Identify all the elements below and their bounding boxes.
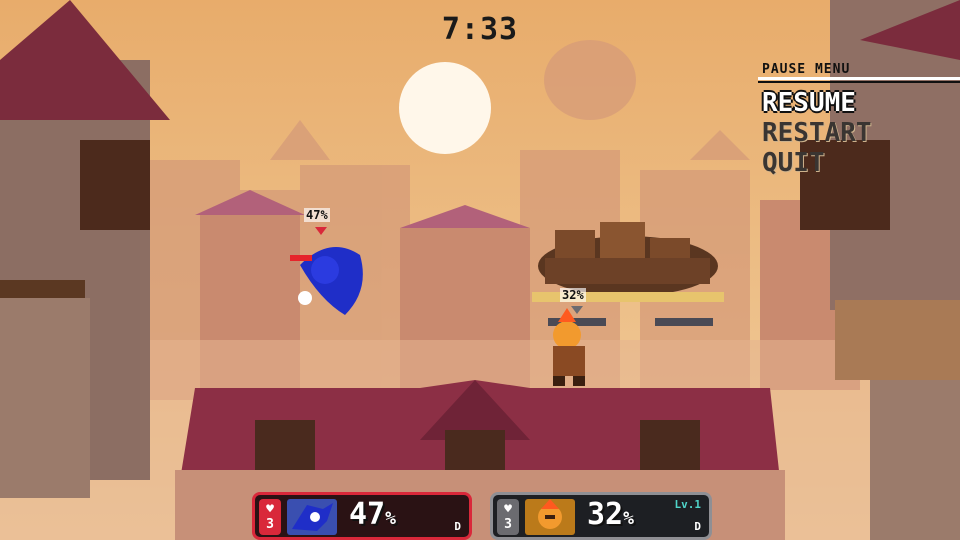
p1-overhead-damage: 47% [304, 208, 330, 222]
heart-icon: ♥ [266, 502, 274, 517]
p1-hud: ♥ 3 47% D [252, 492, 472, 540]
game-stage: 7:33 47% 32% PAUSE MENU RESUME RESTART Q… [0, 0, 960, 540]
p2-portrait [525, 499, 575, 535]
pause-menu-title: PAUSE MENU [758, 62, 960, 83]
resume-button[interactable]: RESUME [758, 88, 960, 118]
p2-overhead-damage: 32% [560, 288, 586, 302]
p1-damage: 47% [349, 497, 396, 532]
p2-tag: D [694, 520, 701, 533]
p1-portrait [287, 499, 337, 535]
restart-button[interactable]: RESTART [758, 118, 960, 148]
p1-stock-count: 3 [266, 517, 274, 532]
p1-damage-value: 47 [349, 497, 386, 532]
quit-button[interactable]: QUIT [758, 148, 960, 178]
p1-stock-box: ♥ 3 [259, 499, 281, 535]
p2-hud: ♥ 3 32% Lv.1 D [490, 492, 712, 540]
p2-damage-value: 32 [587, 497, 624, 532]
p1-damage-unit: % [385, 508, 396, 529]
sonic-portrait-icon [292, 503, 333, 531]
p2-stock-box: ♥ 3 [497, 499, 519, 535]
match-timer: 7:33 [441, 12, 519, 47]
heart-icon: ♥ [504, 502, 512, 517]
zetterburn-portrait-icon [538, 499, 562, 529]
pause-menu: PAUSE MENU RESUME RESTART QUIT [758, 62, 960, 178]
left-tower [0, 0, 170, 498]
p2-stock-count: 3 [504, 517, 512, 532]
p2-level-tag: Lv.1 [674, 498, 702, 511]
p1-tag: D [454, 520, 461, 533]
p2-damage: 32% [587, 497, 634, 532]
sun [399, 62, 491, 154]
p2-damage-unit: % [623, 508, 634, 529]
